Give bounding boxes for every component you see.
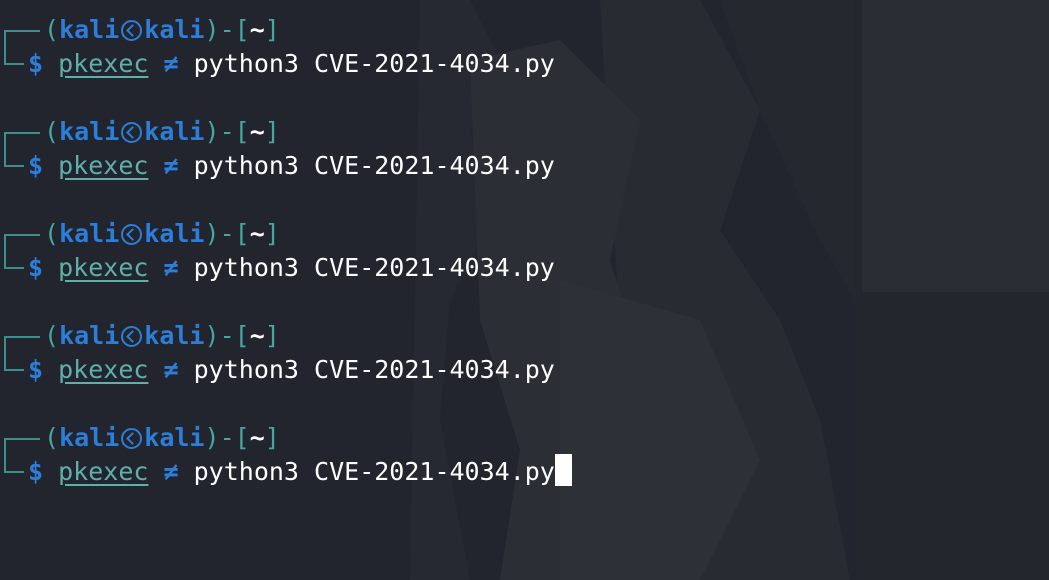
kali-skull-icon xyxy=(121,20,143,41)
prompt-cwd-open: [ xyxy=(234,219,250,248)
prompt-frame-vertical xyxy=(4,336,6,370)
prompt-frame-bottom xyxy=(4,471,24,473)
prompt-frame-bottom xyxy=(4,369,24,371)
prompt-frame-top xyxy=(4,132,40,134)
prompt-close-paren: ) xyxy=(204,117,220,146)
prompt-symbol: $ xyxy=(28,355,44,384)
operator-glyph: ≠ xyxy=(163,49,179,78)
command-args: python3 CVE-2021-4034.py xyxy=(193,151,555,180)
prompt-frame-top xyxy=(4,336,40,338)
command-args: python3 CVE-2021-4034.py xyxy=(193,355,555,384)
prompt-symbol: $ xyxy=(28,49,44,78)
prompt-frame-bottom xyxy=(4,267,24,269)
command-line: $ pkexec ≠ python3 CVE-2021-4034.py xyxy=(28,250,555,286)
prompt-symbol: $ xyxy=(28,151,44,180)
command-args: python3 CVE-2021-4034.py xyxy=(193,457,555,486)
text-cursor xyxy=(554,454,572,486)
prompt-host: kali xyxy=(144,321,205,350)
prompt-user: kali xyxy=(59,321,120,350)
prompt-cwd-close: ] xyxy=(264,321,280,350)
operator-glyph: ≠ xyxy=(163,151,179,180)
prompt-header: (kali kali)-[~] xyxy=(44,318,280,354)
prompt-cwd-open: [ xyxy=(234,423,250,452)
prompt-symbol: $ xyxy=(28,457,44,486)
operator-glyph: ≠ xyxy=(163,355,179,384)
prompt-header: (kali kali)-[~] xyxy=(44,12,280,48)
prompt-open-paren: ( xyxy=(44,117,60,146)
prompt-close-paren: ) xyxy=(204,219,220,248)
prompt-open-paren: ( xyxy=(44,423,60,452)
prompt-open-paren: ( xyxy=(44,15,60,44)
prompt-cwd: ~ xyxy=(249,15,265,44)
prompt-open-paren: ( xyxy=(44,219,60,248)
terminal-output[interactable]: (kali kali)-[~] $ pkexec ≠ python3 CVE-20… xyxy=(0,0,1049,580)
prompt-cwd: ~ xyxy=(249,423,265,452)
prompt-frame-top xyxy=(4,438,40,440)
prompt-frame-top xyxy=(4,30,40,32)
kali-skull-icon xyxy=(121,122,143,143)
prompt-entry-active[interactable]: (kali kali)-[~] $ pkexec ≠ python3 CVE-20… xyxy=(0,408,900,488)
prompt-close-paren: ) xyxy=(204,423,220,452)
prompt-host: kali xyxy=(144,15,205,44)
prompt-open-paren: ( xyxy=(44,321,60,350)
prompt-cwd: ~ xyxy=(249,321,265,350)
prompt-frame-vertical xyxy=(4,234,6,268)
prompt-user: kali xyxy=(59,15,120,44)
command-name: pkexec xyxy=(58,151,149,180)
command-input-line[interactable]: $ pkexec ≠ python3 CVE-2021-4034.py xyxy=(28,454,572,490)
prompt-frame-bottom xyxy=(4,63,24,65)
prompt-header: (kali kali)-[~] xyxy=(44,114,280,150)
operator-glyph: ≠ xyxy=(163,253,179,282)
prompt-separator: - xyxy=(219,15,235,44)
prompt-separator: - xyxy=(219,117,235,146)
command-line: $ pkexec ≠ python3 CVE-2021-4034.py xyxy=(28,148,555,184)
prompt-user: kali xyxy=(59,423,120,452)
prompt-cwd: ~ xyxy=(249,219,265,248)
prompt-separator: - xyxy=(219,423,235,452)
prompt-user: kali xyxy=(59,117,120,146)
kali-skull-icon xyxy=(121,326,143,347)
prompt-frame-vertical xyxy=(4,132,6,166)
prompt-header: (kali kali)-[~] xyxy=(44,216,280,252)
prompt-frame-top xyxy=(4,234,40,236)
prompt-close-paren: ) xyxy=(204,15,220,44)
prompt-host: kali xyxy=(144,219,205,248)
command-args: python3 CVE-2021-4034.py xyxy=(193,49,555,78)
prompt-cwd-open: [ xyxy=(234,117,250,146)
operator-glyph: ≠ xyxy=(163,457,179,486)
prompt-close-paren: ) xyxy=(204,321,220,350)
terminal-window[interactable]: { "colors": { "background": "#22252e", "… xyxy=(0,0,1049,580)
prompt-frame-bottom xyxy=(4,165,24,167)
prompt-user: kali xyxy=(59,219,120,248)
command-line: $ pkexec ≠ python3 CVE-2021-4034.py xyxy=(28,352,555,388)
prompt-cwd-open: [ xyxy=(234,15,250,44)
prompt-symbol: $ xyxy=(28,253,44,282)
command-name: pkexec xyxy=(58,253,149,282)
prompt-entry: (kali kali)-[~] $ pkexec ≠ python3 CVE-20… xyxy=(0,0,900,80)
prompt-cwd-close: ] xyxy=(264,15,280,44)
prompt-cwd-close: ] xyxy=(264,117,280,146)
command-name: pkexec xyxy=(58,49,149,78)
kali-skull-icon xyxy=(121,224,143,245)
prompt-host: kali xyxy=(144,117,205,146)
prompt-frame-vertical xyxy=(4,30,6,64)
prompt-header: (kali kali)-[~] xyxy=(44,420,280,456)
command-name: pkexec xyxy=(58,457,149,486)
command-line: $ pkexec ≠ python3 CVE-2021-4034.py xyxy=(28,46,555,82)
prompt-frame-vertical xyxy=(4,438,6,472)
prompt-cwd-close: ] xyxy=(264,219,280,248)
command-name: pkexec xyxy=(58,355,149,384)
prompt-separator: - xyxy=(219,321,235,350)
prompt-cwd: ~ xyxy=(249,117,265,146)
prompt-entry: (kali kali)-[~] $ pkexec ≠ python3 CVE-20… xyxy=(0,306,900,386)
kali-skull-icon xyxy=(121,428,143,449)
prompt-cwd-close: ] xyxy=(264,423,280,452)
prompt-cwd-open: [ xyxy=(234,321,250,350)
prompt-entry: (kali kali)-[~] $ pkexec ≠ python3 CVE-20… xyxy=(0,204,900,284)
prompt-entry: (kali kali)-[~] $ pkexec ≠ python3 CVE-20… xyxy=(0,102,900,182)
prompt-host: kali xyxy=(144,423,205,452)
prompt-separator: - xyxy=(219,219,235,248)
command-args: python3 CVE-2021-4034.py xyxy=(193,253,555,282)
